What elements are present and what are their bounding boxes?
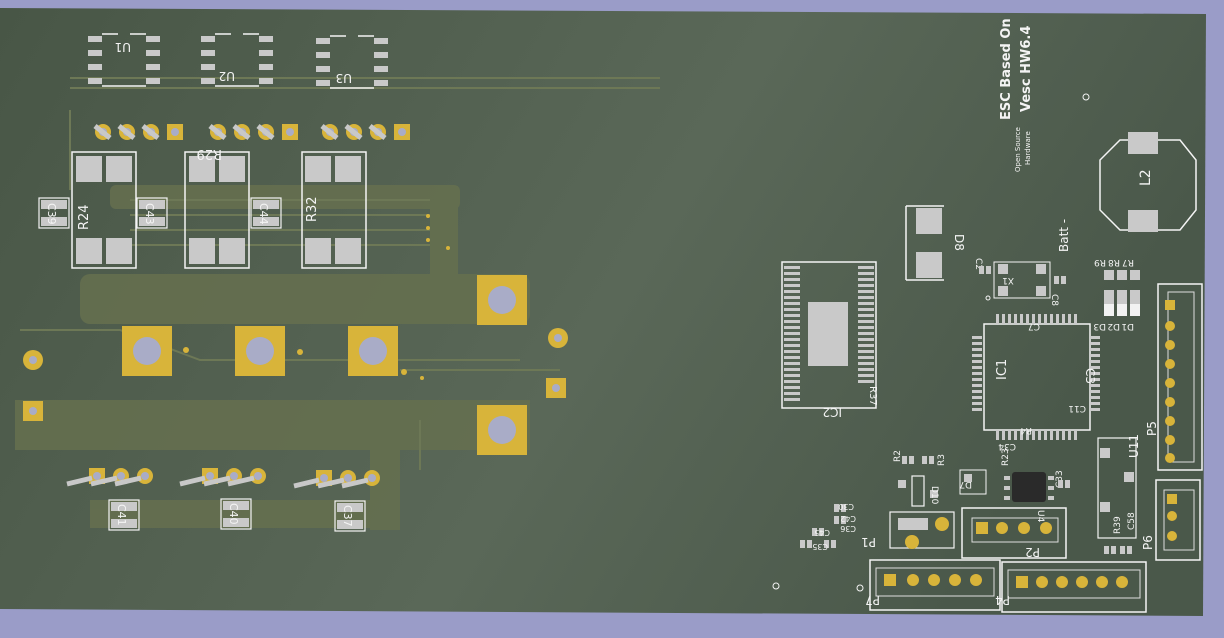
ref-ic1: IC1	[995, 359, 1010, 380]
ref-r24: R24	[77, 204, 92, 230]
ref-d10: D10	[929, 486, 939, 505]
ref-c7: C7	[1028, 321, 1040, 331]
ref-c39: C39	[45, 203, 58, 225]
ref-r23: R23	[1001, 448, 1011, 466]
ref-p5: P5	[1145, 421, 1159, 436]
ref-c41: C41	[115, 504, 128, 526]
ref-r9: R9	[1094, 257, 1106, 267]
ref-r29: R29	[196, 146, 222, 161]
pcb-3d-viewer[interactable]: U1 U2 U3 R24 R29 R32 C39 C43 C44 C41 C40…	[0, 0, 1224, 634]
label-batt-minus: Batt -	[1057, 219, 1071, 252]
ref-r37: R37	[867, 386, 878, 406]
ref-d8: D8	[952, 234, 966, 251]
ref-p2: P2	[1025, 545, 1040, 559]
ref-u11: U11	[1127, 434, 1141, 458]
ref-c11: C11	[1068, 403, 1086, 413]
ref-u1: U1	[115, 40, 131, 54]
ref-d7: D7	[959, 479, 972, 489]
power-pad-2[interactable]	[477, 405, 527, 455]
ref-x1: X1	[1002, 275, 1014, 285]
ref-d2: D2	[1107, 321, 1120, 331]
phase-pad-b[interactable]	[235, 326, 285, 376]
board-title-line1: ESC Based On	[999, 18, 1014, 120]
ref-d3: D3	[1093, 321, 1106, 331]
oshw-line1: Open Source	[1014, 127, 1022, 172]
phase-pad-a[interactable]	[122, 326, 172, 376]
power-pad-1[interactable]	[477, 275, 527, 325]
ref-p4: P4	[995, 593, 1010, 607]
ref-c35: C35	[812, 542, 828, 551]
ref-c44: C44	[257, 203, 270, 225]
pcb-board-render[interactable]: U1 U2 U3 R24 R29 R32 C39 C43 C44 C41 C40…	[0, 0, 1224, 634]
oshw-line2: Hardware	[1024, 131, 1032, 165]
ref-p7: P7	[865, 593, 880, 607]
ref-r4: R4	[1020, 425, 1032, 435]
ref-c30: C30	[838, 502, 854, 511]
ref-r39: R39	[1113, 516, 1123, 534]
ref-r8: R8	[1108, 257, 1120, 267]
ref-r7: R7	[1122, 257, 1134, 267]
ref-d1: D1	[1121, 321, 1134, 331]
ref-p1: P1	[861, 535, 876, 549]
ref-ic2: IC2	[822, 405, 842, 419]
ref-c43: C43	[143, 203, 156, 225]
ref-c58: C58	[1127, 512, 1137, 530]
led-resistor-group[interactable]	[1104, 270, 1140, 316]
ref-c3: C3	[1083, 368, 1097, 384]
ref-l2: L2	[1138, 169, 1154, 186]
ref-c40: C40	[227, 503, 240, 525]
ref-u3: U3	[336, 71, 352, 85]
board-title-line2: Vesc HW6.4	[1019, 26, 1034, 112]
ref-c36: C36	[840, 524, 856, 533]
ref-c42: C42	[840, 514, 856, 523]
ref-p6: P6	[1141, 535, 1155, 550]
phase-pad-c[interactable]	[348, 326, 398, 376]
ref-r3: R3	[937, 454, 947, 466]
ref-c8: C8	[1049, 294, 1059, 306]
ref-u2: U2	[219, 69, 235, 83]
ref-c45: C45	[814, 528, 830, 537]
ref-u4: U4	[1035, 510, 1045, 523]
ref-r2: R2	[893, 450, 903, 462]
ref-r32: R32	[305, 196, 320, 222]
ref-c37: C37	[341, 505, 354, 527]
